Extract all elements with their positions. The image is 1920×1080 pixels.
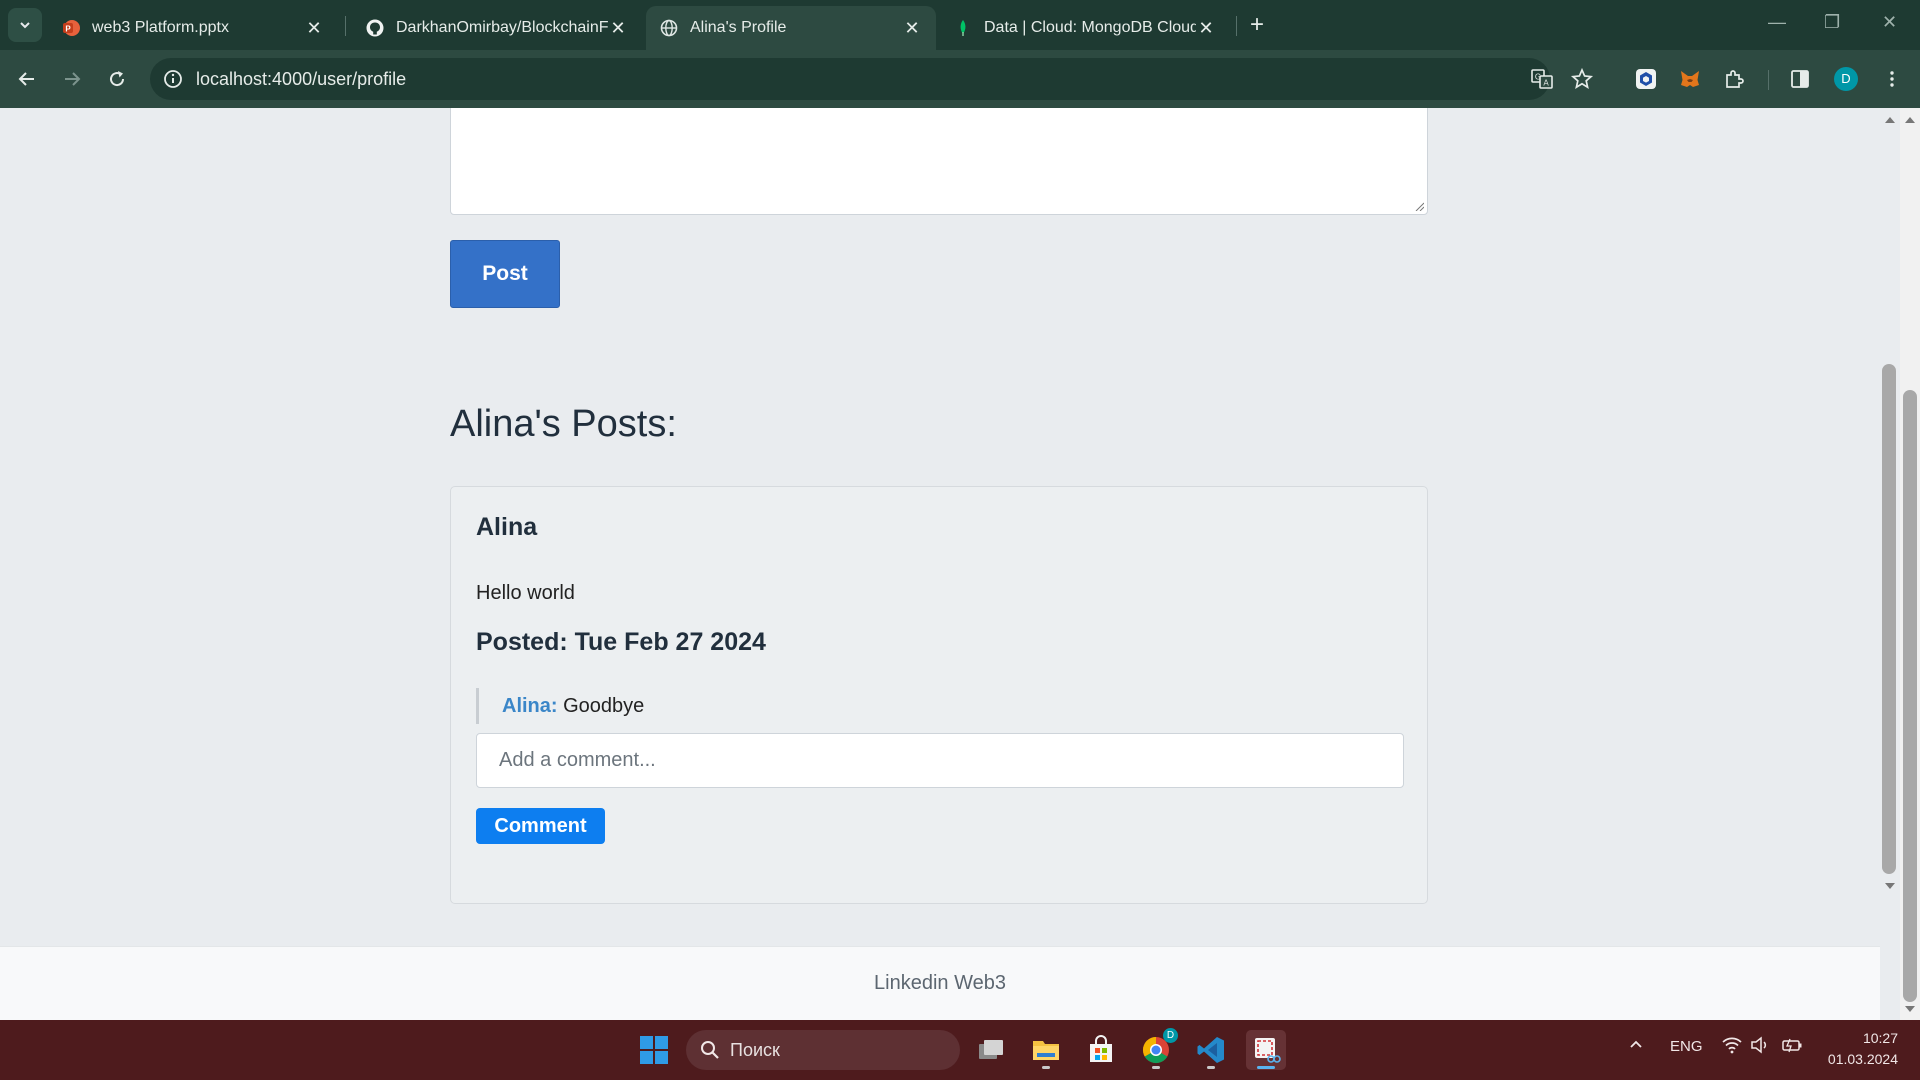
browser-toolbar: localhost:4000/user/profile GA (0, 50, 1920, 108)
vscode-icon[interactable] (1191, 1030, 1231, 1070)
site-info-icon[interactable] (162, 68, 184, 90)
reload-icon[interactable] (102, 64, 132, 94)
comment-input[interactable] (476, 733, 1404, 788)
clock-time: 10:27 (1862, 1030, 1898, 1046)
show-hidden-icons-chevron-icon[interactable] (1628, 1036, 1644, 1056)
tab-title: Data | Cloud: MongoDB Cloud (984, 19, 1196, 36)
post-button[interactable]: Post (450, 240, 560, 308)
chrome-icon[interactable]: D (1136, 1028, 1178, 1070)
post-card: Alina Hello world Posted: Tue Feb 27 202… (450, 486, 1428, 904)
post-author: Alina (476, 513, 538, 541)
running-indicator (1152, 1066, 1160, 1069)
snipping-tool-icon[interactable] (1246, 1030, 1286, 1070)
powerpoint-icon: P (62, 19, 80, 37)
page-viewport: Post Alina's Posts: Alina Hello world Po… (0, 108, 1880, 1020)
bookmark-star-icon[interactable] (1570, 67, 1594, 91)
svg-text:G: G (1535, 73, 1541, 82)
toolbar-separator (1768, 70, 1769, 90)
extension-hexagon-icon[interactable] (1634, 67, 1658, 91)
windows-start-icon[interactable] (634, 1030, 674, 1070)
resize-grip-icon[interactable] (1414, 201, 1424, 211)
inner-scrollbar-thumb[interactable] (1882, 364, 1896, 874)
outer-scrollbar[interactable] (1900, 108, 1920, 1020)
comment-button[interactable]: Comment (476, 808, 605, 844)
comment-author: Alina: (502, 695, 558, 717)
post-textarea[interactable] (450, 108, 1428, 215)
running-indicator (1042, 1066, 1050, 1069)
search-placeholder: Поиск (730, 1039, 780, 1060)
scroll-down-arrow-icon[interactable] (1885, 883, 1895, 889)
windows-taskbar: Поиск D ENG 10:27 01.03.2024 (0, 1020, 1920, 1080)
browser-tab-strip: P web3 Platform.pptx ✕ DarkhanOmirbay/Bl… (0, 0, 1920, 50)
search-icon (701, 1041, 719, 1059)
close-icon[interactable]: ✕ (304, 18, 324, 39)
svg-text:A: A (1543, 79, 1549, 88)
scroll-down-arrow-icon[interactable] (1905, 1006, 1915, 1012)
profile-avatar[interactable]: D (1834, 67, 1858, 91)
tab-title: Alina's Profile (690, 19, 787, 36)
new-tab-plus-icon[interactable]: + (1243, 12, 1271, 40)
microsoft-store-icon[interactable] (1081, 1030, 1121, 1070)
restore-icon[interactable]: ❐ (1824, 12, 1840, 33)
inner-scrollbar[interactable] (1880, 108, 1900, 898)
page-footer: Linkedin Web3 (0, 946, 1880, 1020)
running-indicator (1257, 1066, 1275, 1069)
tab-search-button[interactable] (8, 8, 42, 42)
tab-mongodb[interactable]: Data | Cloud: MongoDB Cloud ✕ (940, 6, 1230, 50)
tab-separator (345, 16, 346, 36)
chrome-profile-badge: D (1163, 1028, 1178, 1043)
outer-scrollbar-thumb[interactable] (1903, 390, 1917, 1002)
tab-title: DarkhanOmirbay/BlockchainFinal (396, 19, 608, 36)
scroll-up-arrow-icon[interactable] (1905, 117, 1915, 123)
github-icon (366, 19, 384, 37)
mongodb-leaf-icon (954, 19, 972, 37)
post-content: Hello world (476, 582, 575, 604)
chevron-down-icon (20, 22, 30, 29)
close-icon[interactable]: ✕ (1196, 18, 1216, 39)
language-indicator[interactable]: ENG (1670, 1038, 1703, 1055)
task-view-icon[interactable] (971, 1030, 1011, 1070)
taskbar-search[interactable]: Поиск (686, 1030, 960, 1070)
wifi-icon[interactable] (1722, 1036, 1742, 1058)
close-icon[interactable]: ✕ (608, 18, 628, 39)
svg-text:P: P (65, 25, 71, 34)
extensions-puzzle-icon[interactable] (1722, 67, 1746, 91)
url-text: localhost:4000/user/profile (196, 69, 407, 89)
window-close-icon[interactable]: ✕ (1882, 12, 1897, 33)
system-clock[interactable]: 10:27 01.03.2024 (1818, 1028, 1898, 1070)
posts-heading: Alina's Posts: (450, 403, 677, 445)
minimize-icon[interactable]: — (1768, 12, 1786, 33)
tab-title: web3 Platform.pptx (92, 19, 229, 36)
menu-kebab-icon[interactable] (1880, 67, 1904, 91)
tab-powerpoint[interactable]: P web3 Platform.pptx ✕ (48, 6, 338, 50)
battery-icon[interactable] (1781, 1036, 1803, 1058)
tab-alinas-profile[interactable]: Alina's Profile ✕ (646, 6, 936, 50)
metamask-fox-icon[interactable] (1678, 67, 1702, 91)
clock-date: 01.03.2024 (1827, 1051, 1898, 1067)
address-bar[interactable]: localhost:4000/user/profile (150, 58, 1550, 100)
tab-github[interactable]: DarkhanOmirbay/BlockchainFinal ✕ (352, 6, 642, 50)
translate-icon[interactable]: GA (1530, 67, 1554, 91)
back-arrow-icon[interactable] (12, 64, 42, 94)
tab-separator (1236, 16, 1237, 36)
scroll-up-arrow-icon[interactable] (1885, 117, 1895, 123)
comment-item: Alina: Goodbye (476, 688, 644, 724)
globe-icon (660, 19, 678, 37)
close-icon[interactable]: ✕ (902, 18, 922, 39)
forward-arrow-icon[interactable] (57, 64, 87, 94)
side-panel-icon[interactable] (1788, 67, 1812, 91)
comment-text: Goodbye (563, 695, 645, 717)
file-explorer-icon[interactable] (1026, 1030, 1066, 1070)
post-date: Posted: Tue Feb 27 2024 (476, 628, 766, 656)
volume-icon[interactable] (1750, 1036, 1770, 1058)
running-indicator (1207, 1066, 1215, 1069)
